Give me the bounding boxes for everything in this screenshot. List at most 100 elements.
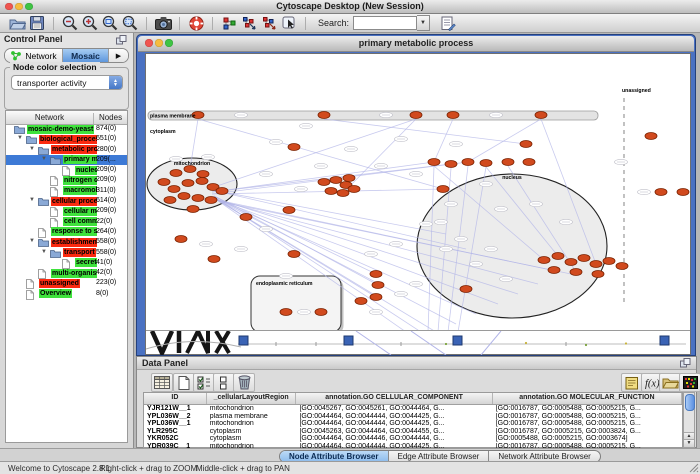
network-node[interactable]: [538, 257, 550, 264]
search-dropdown-button[interactable]: ▼: [417, 15, 430, 31]
network-node[interactable]: [337, 190, 349, 197]
network-node[interactable]: [460, 286, 472, 293]
network-node[interactable]: [280, 309, 292, 316]
select-attributes-button[interactable]: [193, 373, 215, 392]
tree-row[interactable]: nitrogen compo209(0): [6, 175, 127, 185]
table-row[interactable]: YJR121W__1mitochondrion[GO:0045267, GO:0…: [144, 405, 682, 413]
tree-row[interactable]: ▼establishment of lo558(0): [6, 237, 127, 247]
snapshot-button[interactable]: [153, 15, 173, 32]
expander-icon[interactable]: ▼: [41, 247, 47, 257]
network-node[interactable]: [552, 253, 564, 260]
network-node[interactable]: [208, 256, 220, 263]
network-node[interactable]: [370, 271, 382, 278]
network-node[interactable]: [318, 112, 330, 119]
column-header[interactable]: annotation.GO MOLECULAR_FUNCTION: [493, 393, 682, 404]
network-node[interactable]: [616, 263, 628, 270]
expander-icon[interactable]: ▼: [17, 133, 23, 143]
network-node[interactable]: [578, 255, 590, 262]
zoom-out-button[interactable]: [60, 15, 80, 32]
tree-row[interactable]: ▼metabolic process280(0): [6, 145, 127, 155]
network-node[interactable]: [196, 178, 208, 185]
network-node[interactable]: [158, 179, 170, 186]
tab-mosaic[interactable]: Mosaic: [63, 49, 109, 62]
network-node[interactable]: [170, 170, 182, 177]
table-row[interactable]: YKR052Ccytoplasm[GO:0044464, GO:0044446,…: [144, 435, 682, 443]
tab-network[interactable]: Network: [5, 49, 63, 62]
tree-row[interactable]: cell communicat22(0): [6, 217, 127, 227]
network-node[interactable]: [447, 112, 459, 119]
save-button[interactable]: [27, 15, 47, 32]
network-node[interactable]: [410, 112, 422, 119]
network-node[interactable]: [178, 193, 190, 200]
network-node[interactable]: [283, 207, 295, 214]
tree-row[interactable]: multi-organism pro42(0): [6, 268, 127, 278]
network-edit-blue-button[interactable]: [239, 15, 259, 32]
network-edit-red-button[interactable]: [259, 15, 279, 32]
network-node[interactable]: [565, 259, 577, 266]
network-node[interactable]: [315, 309, 327, 316]
network-node[interactable]: [355, 298, 367, 305]
tree-row[interactable]: Overview8(0): [6, 289, 127, 299]
network-node[interactable]: [205, 197, 217, 204]
network-node[interactable]: [372, 282, 384, 289]
network-node[interactable]: [590, 261, 602, 268]
table-row[interactable]: YPL036W__1mitochondrion[GO:0044464, GO:0…: [144, 420, 682, 428]
network-node[interactable]: [548, 267, 560, 274]
attribute-note-button[interactable]: [621, 373, 643, 392]
network-node[interactable]: [520, 141, 532, 148]
resize-grip[interactable]: [689, 463, 699, 473]
tree-row[interactable]: ▼primary metabo209(...: [6, 155, 127, 165]
network-node[interactable]: [603, 258, 615, 265]
table-scrollbar[interactable]: ▲ ▼: [683, 392, 695, 448]
network-node[interactable]: [370, 294, 382, 301]
network-node[interactable]: [192, 195, 204, 202]
network-node[interactable]: [523, 159, 535, 166]
attribute-matrix-button[interactable]: [679, 373, 700, 392]
new-attribute-button[interactable]: [173, 373, 195, 392]
network-node[interactable]: [330, 177, 342, 184]
table-row[interactable]: YPL036W__2plasma membrane[GO:0044464, GO…: [144, 413, 682, 421]
network-node[interactable]: [216, 188, 228, 195]
import-attributes-button[interactable]: [659, 373, 681, 392]
network-node[interactable]: [288, 251, 300, 258]
tree-row[interactable]: ▼cellular process614(0): [6, 196, 127, 206]
search-input[interactable]: [353, 16, 417, 30]
color-attribute-dropdown[interactable]: transporter activity ▲▼: [11, 75, 123, 90]
network-node[interactable]: [535, 112, 547, 119]
open-button[interactable]: [7, 15, 27, 32]
network-modify-button[interactable]: [219, 15, 239, 32]
network-node[interactable]: [175, 236, 187, 243]
network-node[interactable]: [168, 186, 180, 193]
network-node[interactable]: [325, 188, 337, 195]
delete-attribute-button[interactable]: [233, 373, 255, 392]
tree-row[interactable]: cellular metabol209(0): [6, 206, 127, 216]
table-button[interactable]: [151, 373, 173, 392]
table-row[interactable]: YLR295Ccytoplasm[GO:0045263, GO:0044464,…: [144, 428, 682, 436]
network-node[interactable]: [480, 160, 492, 167]
network-node[interactable]: [645, 133, 657, 140]
network-node[interactable]: [592, 271, 604, 278]
float-panel-icon[interactable]: [116, 35, 127, 45]
tab-overflow-button[interactable]: ▶: [109, 49, 128, 62]
zoom-fit-button[interactable]: [100, 15, 120, 32]
network-node[interactable]: [318, 179, 330, 186]
network-node[interactable]: [445, 161, 457, 168]
network-view-window[interactable]: primary metabolic process plasma membran…: [136, 34, 696, 356]
tree-row[interactable]: ▼biological_process651(0): [6, 134, 127, 144]
network-node[interactable]: [462, 159, 474, 166]
unselect-attributes-button[interactable]: [213, 373, 235, 392]
expander-icon[interactable]: ▼: [41, 154, 47, 164]
network-node[interactable]: [677, 189, 689, 196]
network-node[interactable]: [343, 175, 355, 182]
column-header[interactable]: ID: [144, 393, 207, 404]
tree-row[interactable]: macromolecule311(0): [6, 186, 127, 196]
network-node[interactable]: [240, 214, 252, 221]
zoom-selected-button[interactable]: [120, 15, 140, 32]
network-node[interactable]: [187, 206, 199, 213]
tree-row[interactable]: secretion41(0): [6, 258, 127, 268]
network-node[interactable]: [348, 186, 360, 193]
tree-row[interactable]: ▼transport558(0): [6, 248, 127, 258]
tree-row[interactable]: unassigned223(0): [6, 278, 127, 288]
network-node[interactable]: [428, 159, 440, 166]
network-canvas-area[interactable]: plasma membranecytoplasmmitochondrionnuc…: [145, 53, 691, 355]
